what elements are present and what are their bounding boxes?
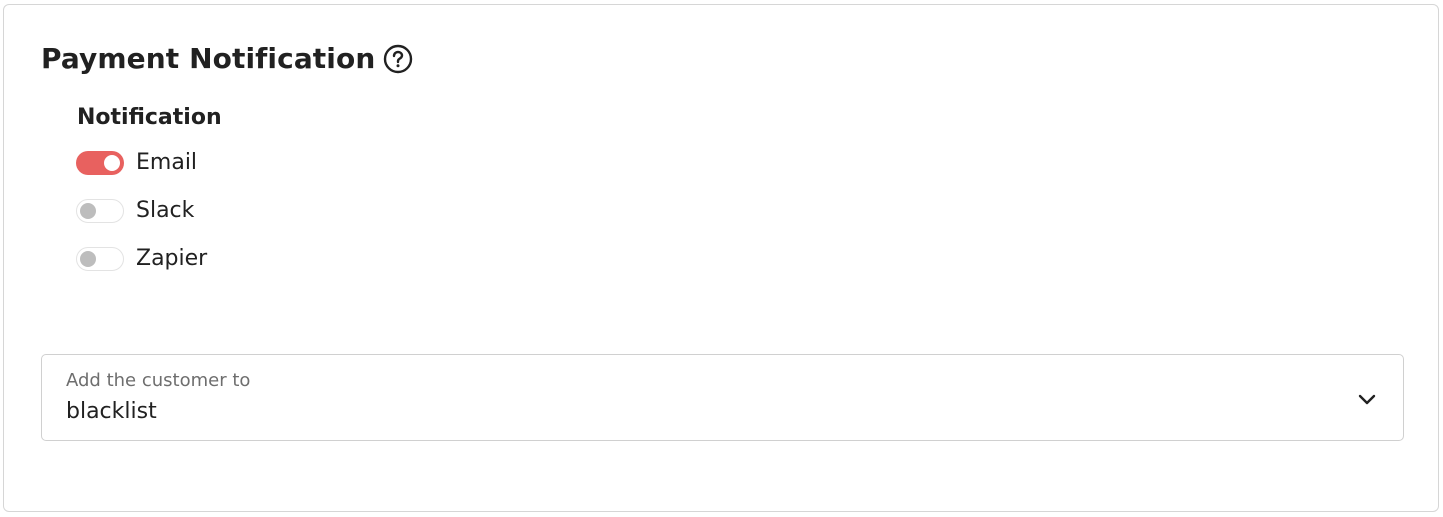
toggle-knob xyxy=(80,251,96,267)
zapier-toggle[interactable] xyxy=(76,247,124,271)
toggle-row-email[interactable]: Email xyxy=(76,149,197,177)
toggle-row-zapier[interactable]: Zapier xyxy=(76,245,207,273)
zapier-toggle-label: Zapier xyxy=(136,246,208,271)
toggle-knob xyxy=(104,155,120,171)
title-row: Payment Notification xyxy=(41,41,413,77)
select-value: blacklist xyxy=(66,399,157,424)
question-circle-icon[interactable] xyxy=(383,44,413,74)
customer-list-select[interactable]: Add the customer to blacklist xyxy=(41,354,1404,441)
notification-label: Notification xyxy=(77,105,222,130)
page-title: Payment Notification xyxy=(41,42,376,75)
toggle-row-slack[interactable]: Slack xyxy=(76,197,194,225)
email-toggle[interactable] xyxy=(76,151,124,175)
slack-toggle-label: Slack xyxy=(136,198,195,223)
chevron-down-icon[interactable] xyxy=(1356,388,1378,410)
email-toggle-label: Email xyxy=(136,150,198,175)
payment-notification-card: Payment Notification Notification Email … xyxy=(3,4,1439,512)
toggle-knob xyxy=(80,203,96,219)
slack-toggle[interactable] xyxy=(76,199,124,223)
select-caption: Add the customer to xyxy=(66,370,251,391)
